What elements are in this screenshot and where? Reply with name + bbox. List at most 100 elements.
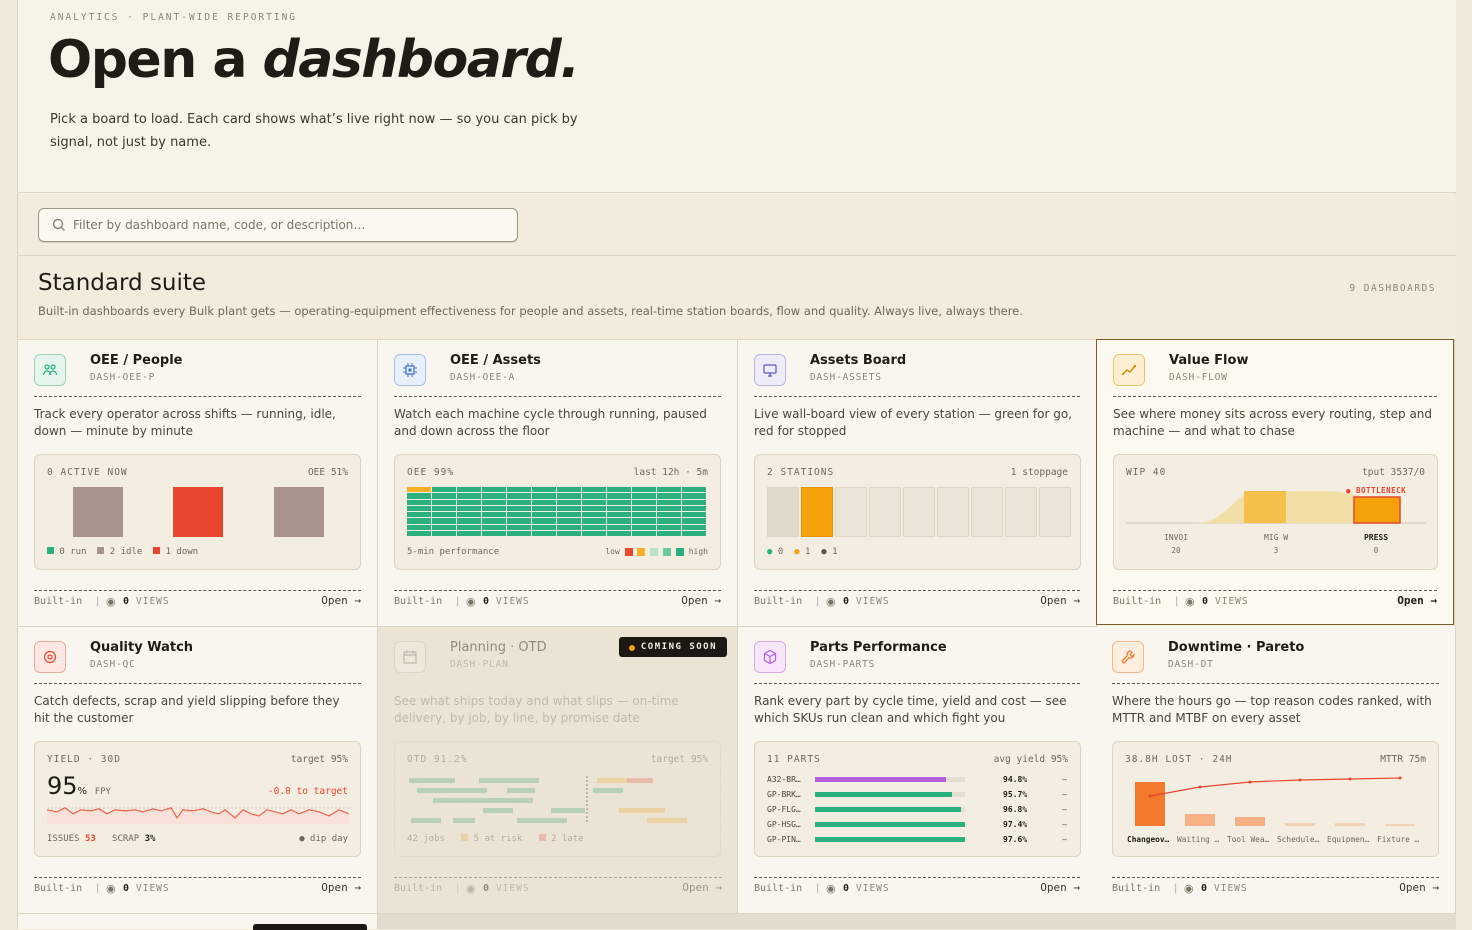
dashboard-card-assets-board[interactable]: Assets Board DASH-ASSETS Live wall-board… xyxy=(738,340,1097,627)
views-label: VIEWS xyxy=(1214,883,1248,894)
station-tile xyxy=(937,487,969,537)
pareto-bar xyxy=(1135,782,1165,826)
heatmap-cell xyxy=(482,524,506,530)
eye-icon: ◉ xyxy=(466,595,476,608)
open-button[interactable]: Open → xyxy=(1040,594,1080,607)
operator-tile xyxy=(274,487,324,537)
heatmap-cell xyxy=(632,499,656,505)
open-button[interactable]: Open → xyxy=(321,594,361,607)
preview-label: OTD 91.2% xyxy=(407,754,468,765)
yield-bar xyxy=(815,837,965,842)
views-count: 0 xyxy=(1201,883,1208,894)
heatmap-cell xyxy=(432,487,456,493)
heatmap-cell xyxy=(507,499,531,505)
card-title: Value Flow xyxy=(1169,353,1249,368)
page-lede: Pick a board to load. Each card shows wh… xyxy=(50,112,578,150)
section-description: Built-in dashboards every Bulk plant get… xyxy=(38,304,1023,318)
builtin-label: Built-in xyxy=(754,596,803,607)
station-grid xyxy=(767,487,1071,537)
heatmap-cell xyxy=(482,512,506,518)
heatmap-cell xyxy=(657,493,681,499)
heatmap-cell xyxy=(582,487,606,493)
heatmap-cell xyxy=(657,530,681,536)
card-description: Catch defects, scrap and yield slipping … xyxy=(34,694,340,725)
pareto-bar xyxy=(1385,824,1415,826)
dashboard-card-quality-watch[interactable]: Quality Watch DASH-QC Catch defects, scr… xyxy=(18,627,378,914)
heatmap-cell xyxy=(557,505,581,511)
part-trend: – xyxy=(1062,775,1067,784)
heatmap-cell xyxy=(632,512,656,518)
dashboard-card-downtime-pareto[interactable]: Downtime · Pareto DASH-DT Where the hour… xyxy=(1096,627,1456,914)
builtin-label: Built-in xyxy=(1113,596,1162,607)
heatmap-cell xyxy=(532,505,556,511)
card-code: DASH-PARTS xyxy=(810,659,876,670)
station-legend: ● 0 ● 1 ● 1 xyxy=(767,547,838,557)
heatmap-cell xyxy=(607,518,631,524)
card-preview: 38.8H LOST · 24H MTTR 75m Changeov… Waiti… xyxy=(1112,741,1439,857)
part-name: GP-BRK… xyxy=(767,790,801,799)
preview-metric: last 12h · 5m xyxy=(633,467,708,478)
views-label: VIEWS xyxy=(496,596,530,607)
pareto-bar xyxy=(1235,817,1265,826)
preview-metric: OEE 51% xyxy=(307,467,348,478)
next-row-card xyxy=(378,914,1456,929)
open-button[interactable]: Open → xyxy=(1040,881,1080,894)
views-count: 0 xyxy=(843,596,850,607)
heatmap-cell xyxy=(657,487,681,493)
open-button[interactable]: Open → xyxy=(1399,881,1439,894)
heatmap-cell xyxy=(432,524,456,530)
card-title: Quality Watch xyxy=(90,640,194,655)
heatmap-cell xyxy=(582,512,606,518)
section-title: Standard suite xyxy=(38,270,207,296)
reason-label: Waiting … xyxy=(1177,835,1220,844)
card-description: See what ships today and what slips — on… xyxy=(394,694,679,725)
dashboard-card-oee-people[interactable]: OEE / People DASH-OEE-P Track every oper… xyxy=(18,340,378,627)
part-row: GP-FLG… 96.8% – xyxy=(767,804,1069,816)
heatmap-cell xyxy=(557,530,581,536)
heatmap-cell xyxy=(457,524,481,530)
dashboard-card-value-flow[interactable]: Value Flow DASH-FLOW See where money sit… xyxy=(1096,339,1454,625)
open-button[interactable]: Open → xyxy=(1397,594,1437,607)
search-box[interactable] xyxy=(38,208,518,242)
open-button[interactable]: Open → xyxy=(321,881,361,894)
preview-label: WIP 40 xyxy=(1126,467,1167,478)
pareto-bar xyxy=(1185,814,1215,826)
search-icon xyxy=(52,218,65,231)
pareto-chart xyxy=(1135,776,1415,826)
card-preview: 2 STATIONS 1 stoppage ● 0 ● 1 ● 1 xyxy=(754,454,1081,570)
station-tile xyxy=(903,487,935,537)
eye-icon: ◉ xyxy=(1184,882,1194,895)
card-code: DASH-PLAN xyxy=(450,659,509,670)
plan-stats: 42 jobs 5 at risk 2 late xyxy=(407,834,584,844)
card-preview: YIELD · 30D target 95% 95% FPY -0.0 to t… xyxy=(34,741,361,857)
yield-sparkline xyxy=(47,807,349,824)
heatmap-cell xyxy=(482,530,506,536)
heatmap-cell xyxy=(657,499,681,505)
divider xyxy=(34,396,361,397)
views-label: VIEWS xyxy=(136,596,170,607)
monitor-icon xyxy=(754,354,786,386)
views-count: 0 xyxy=(483,596,490,607)
heatmap-cell xyxy=(482,499,506,505)
part-row: GP-PIN… 97.6% – xyxy=(767,834,1069,846)
heatmap-cell xyxy=(482,505,506,511)
heatmap-cell xyxy=(657,505,681,511)
card-code: DASH-DT xyxy=(1168,659,1214,670)
heatmap-cell xyxy=(557,499,581,505)
station-tile xyxy=(1039,487,1071,537)
page-title: Open a dashboard. xyxy=(48,30,580,90)
part-row: GP-HSG… 97.4% – xyxy=(767,819,1069,831)
heatmap-cell xyxy=(532,487,556,493)
pareto-bar xyxy=(1335,823,1365,826)
open-button[interactable]: Open → xyxy=(681,594,721,607)
yield-bar xyxy=(815,792,952,797)
target-delta: -0.0 to target xyxy=(267,786,348,797)
part-trend: – xyxy=(1062,790,1067,799)
dashboard-card-parts-performance[interactable]: Parts Performance DASH-PARTS Rank every … xyxy=(738,627,1097,914)
station-tile xyxy=(767,487,799,537)
search-input[interactable] xyxy=(73,209,503,241)
dashboard-card-oee-assets[interactable]: OEE / Assets DASH-OEE-A Watch each machi… xyxy=(378,340,738,627)
heatmap-cell xyxy=(582,524,606,530)
part-trend: – xyxy=(1062,805,1067,814)
heatmap-cell xyxy=(457,493,481,499)
